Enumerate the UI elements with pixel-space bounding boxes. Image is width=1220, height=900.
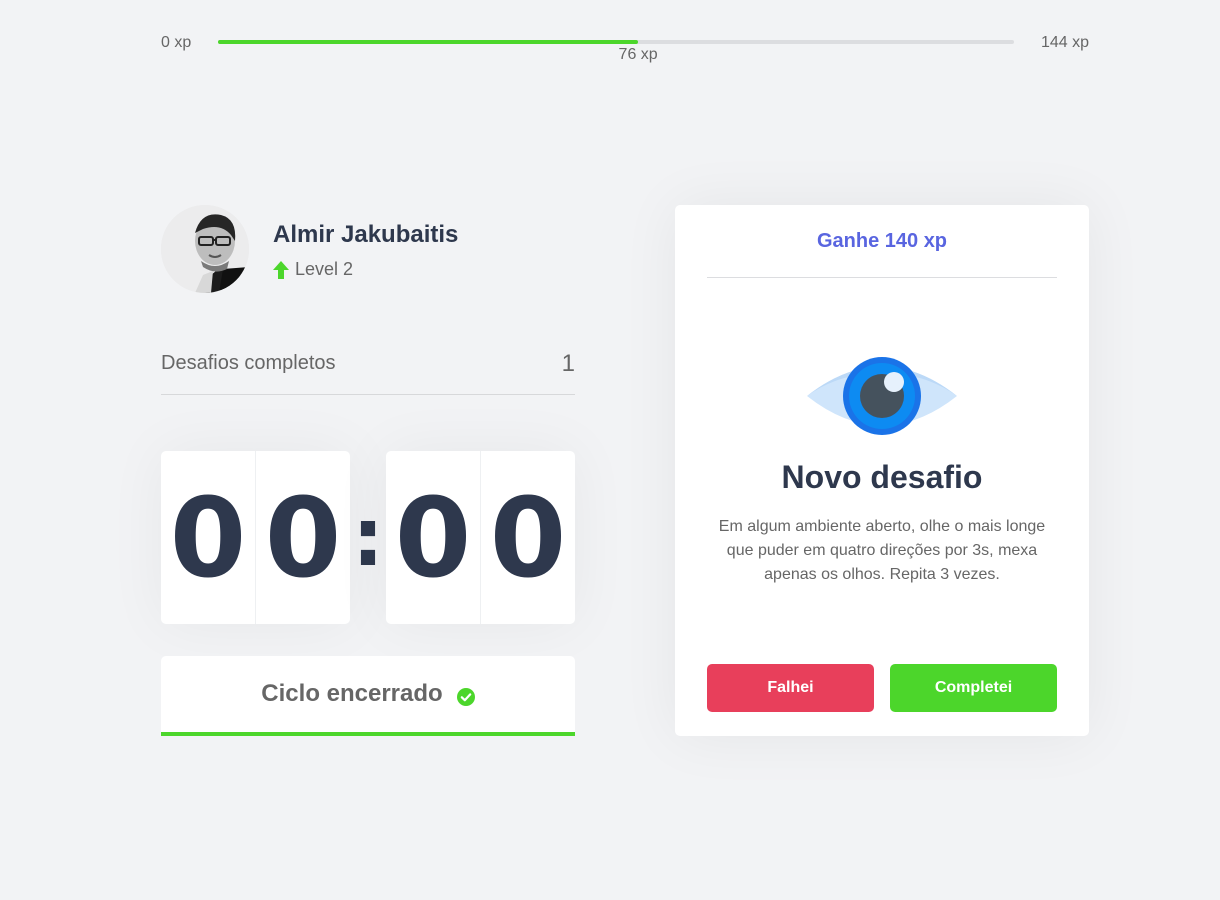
- arrow-up-icon: [273, 260, 289, 279]
- completed-challenges: Desafios completos 1: [161, 350, 575, 395]
- cycle-finished-label: Ciclo encerrado: [261, 680, 443, 707]
- second-digit-right: 0: [480, 451, 575, 624]
- xp-track: [218, 40, 1014, 44]
- eye-icon: [805, 355, 959, 437]
- profile: Almir Jakubaitis Level 2: [161, 205, 575, 295]
- countdown: 0 0 : 0 0: [161, 451, 575, 624]
- second-digit-left: 0: [394, 473, 472, 602]
- xp-current-label: 76 xp: [618, 46, 658, 63]
- page: 0 xp 76 xp 144 xp Almir Jakubaitis Level…: [0, 0, 1220, 900]
- completed-challenges-label: Desafios completos: [161, 352, 336, 374]
- countdown-separator: :: [352, 491, 384, 584]
- avatar: [161, 205, 249, 293]
- challenge-description: Em algum ambiente aberto, olhe o mais lo…: [718, 518, 1046, 583]
- xp-fill: [218, 40, 639, 44]
- user-avatar-image: [161, 205, 249, 293]
- check-circle-icon: [456, 685, 475, 706]
- experience-bar: 0 xp 76 xp 144 xp: [161, 32, 1089, 72]
- minute-digit-left: 0: [169, 473, 247, 602]
- challenge-xp-header: Ganhe 140 xp: [707, 205, 1057, 278]
- profile-name: Almir Jakubaitis: [273, 221, 459, 248]
- minute-digit-right: 0: [255, 451, 350, 624]
- challenge-title: Novo desafio: [781, 459, 983, 495]
- countdown-minutes: 0 0: [161, 451, 350, 624]
- challenge-card: Ganhe 140 xp Novo desafio Em algum ambie…: [675, 205, 1089, 736]
- countdown-seconds: 0 0: [386, 451, 575, 624]
- xp-max-label: 144 xp: [1040, 34, 1089, 51]
- complete-button[interactable]: Completei: [890, 664, 1057, 712]
- completed-challenges-count: 1: [561, 350, 575, 377]
- fail-button[interactable]: Falhei: [707, 664, 874, 712]
- cycle-finished-button[interactable]: Ciclo encerrado: [161, 656, 575, 736]
- level-label: Level 2: [295, 259, 354, 279]
- xp-min-label: 0 xp: [161, 34, 192, 51]
- profile-level: Level 2: [273, 259, 353, 280]
